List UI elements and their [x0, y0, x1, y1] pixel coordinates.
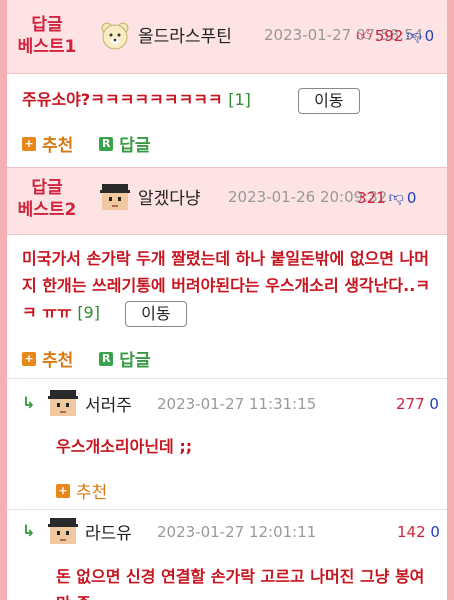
divider — [7, 378, 447, 379]
move-button[interactable]: 이동 — [125, 300, 187, 327]
thumbs-up-icon[interactable]: 👍︎ — [356, 26, 372, 45]
recommend-label: 추천 — [42, 136, 74, 156]
reply-arrow-icon: ↳ — [22, 521, 36, 540]
comment-content: 주유소야?ㅋㅋㅋㅋㅋㅋㅋㅋㅋ — [22, 90, 223, 109]
vote-counts: 321 👎︎ 0 — [357, 188, 416, 207]
thumbs-down-icon[interactable]: 👎︎ — [389, 188, 404, 207]
bear-avatar-icon[interactable] — [100, 21, 130, 51]
recommend-button[interactable]: + 추천 — [22, 346, 73, 371]
reply-button[interactable]: R 답글 — [99, 131, 151, 156]
r-icon: R — [99, 351, 114, 366]
best-reply-2-actions: + 추천 R 답글 — [22, 346, 177, 371]
username[interactable]: 라드유 — [85, 519, 132, 544]
comment-text: 돈 없으면 신경 연결할 손가락 고르고 나머진 그냥 봉여만 줌 — [56, 567, 425, 600]
vote-counts: 277 0 — [396, 395, 439, 413]
reply-arrow-icon: ↳ — [22, 393, 36, 412]
timestamp: 2023-01-27 11:31:15 — [157, 395, 317, 413]
best-reply-1-body: 주유소야?ㅋㅋㅋㅋㅋㅋㅋㅋㅋ [1] 이동 — [22, 86, 442, 114]
thumbs-down-icon[interactable]: 👎︎ — [406, 26, 421, 45]
reply-count[interactable]: [9] — [77, 303, 100, 322]
best-reply-1-actions: + 추천 R 답글 — [22, 131, 177, 156]
comment-text: 주유소야?ㅋㅋㅋㅋㅋㅋㅋㅋㅋ [1] 이동 — [22, 86, 442, 114]
best-label-line2: 베스트2 — [17, 200, 77, 220]
recommend-label: 추천 — [76, 483, 108, 503]
recommend-button[interactable]: + 추천 — [56, 478, 107, 503]
best-label-line1: 답글 — [31, 15, 63, 35]
best-reply-1-header: 답글 베스트1 올드라스푸틴 2023-01-27 07:58:54 👍︎ 59… — [7, 0, 447, 74]
dislike-count: 0 — [430, 523, 440, 541]
vote-counts: 142 0 — [397, 523, 440, 541]
recommend-button[interactable]: + 추천 — [22, 131, 73, 156]
best-reply-1-label: 답글 베스트1 — [7, 14, 87, 58]
comment-text: 우스개소리아닌데 ;; — [56, 437, 193, 456]
username[interactable]: 알겠다냥 — [138, 184, 201, 209]
pixel-avatar-icon[interactable] — [48, 388, 78, 418]
comment-text: 미국가서 손가락 두개 짤렸는데 하나 붙일돈밖에 없으면 나머지 한개는 쓰레… — [22, 245, 442, 327]
dislike-count: 0 — [424, 26, 435, 45]
plus-icon: + — [22, 351, 36, 366]
reply-label: 답글 — [119, 136, 151, 156]
reply-button[interactable]: R 답글 — [99, 346, 151, 371]
recommend-label: 추천 — [42, 351, 74, 371]
best-reply-2-label: 답글 베스트2 — [7, 177, 87, 221]
reply-label: 답글 — [119, 351, 151, 371]
like-count: 277 — [396, 395, 425, 413]
username[interactable]: 올드라스푸틴 — [138, 22, 232, 47]
vote-counts: 👍︎ 592 👎︎ 0 — [356, 26, 434, 45]
plus-icon: + — [56, 483, 70, 498]
best-reply-2-body: 미국가서 손가락 두개 짤렸는데 하나 붙일돈밖에 없으면 나머지 한개는 쓰레… — [22, 245, 442, 327]
best-label-line2: 베스트1 — [17, 37, 77, 57]
pixel-avatar-icon[interactable] — [100, 182, 130, 212]
move-button[interactable]: 이동 — [298, 87, 360, 114]
reply-count[interactable]: [1] — [228, 90, 251, 109]
divider — [7, 509, 447, 510]
best-label-line1: 답글 — [31, 178, 63, 198]
like-count: 592 — [374, 26, 404, 45]
plus-icon: + — [22, 136, 36, 151]
username[interactable]: 서러주 — [85, 391, 132, 416]
dislike-count: 0 — [429, 395, 439, 413]
comment-list: 답글 베스트1 올드라스푸틴 2023-01-27 07:58:54 👍︎ 59… — [7, 0, 447, 600]
like-count: 142 — [397, 523, 426, 541]
dislike-count: 0 — [406, 188, 417, 207]
timestamp: 2023-01-27 12:01:11 — [157, 523, 317, 541]
reply-1-actions: + 추천 — [56, 478, 133, 503]
like-count: 321 — [357, 188, 386, 207]
pixel-avatar-icon[interactable] — [48, 516, 78, 546]
best-reply-2-header: 답글 베스트2 알겠다냥 2023-01-26 20:09:32 321 👎︎ … — [7, 167, 447, 235]
r-icon: R — [99, 136, 114, 151]
